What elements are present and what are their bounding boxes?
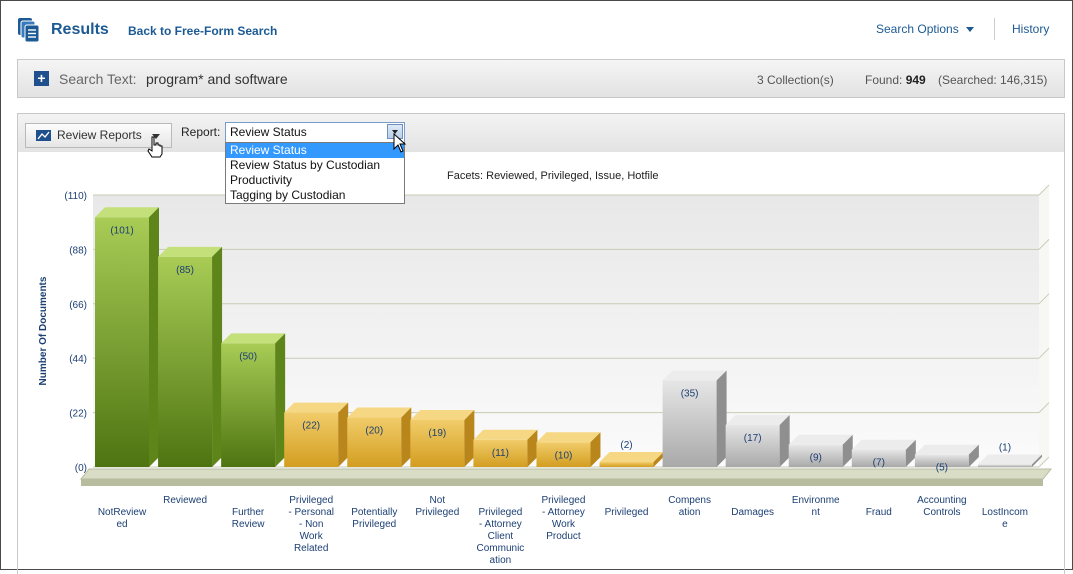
x-tick-label: Privileged xyxy=(542,495,586,506)
bar-top xyxy=(95,207,159,218)
arrow-cursor-icon xyxy=(393,133,407,153)
x-tick-label: Review xyxy=(232,519,266,530)
hand-pointer-icon xyxy=(147,136,163,158)
bar-top xyxy=(662,370,727,381)
x-tick-label: Related xyxy=(294,543,328,554)
bar xyxy=(158,256,213,467)
x-tick-label: ation xyxy=(490,555,512,566)
x-tick-label: - Attorney xyxy=(479,519,522,530)
x-tick-label: Privileged xyxy=(289,495,333,506)
bar-data-label: (9) xyxy=(810,453,822,464)
bar-data-label: (1) xyxy=(999,443,1011,454)
bar-data-label: (2) xyxy=(620,440,632,451)
bar-side xyxy=(716,370,727,467)
bar-top xyxy=(725,414,790,425)
bar xyxy=(977,464,1032,467)
bar-data-label: (50) xyxy=(239,351,257,362)
x-tick-label: nt xyxy=(812,507,821,518)
y-tick-label: (66) xyxy=(69,300,87,311)
bar-data-label: (11) xyxy=(492,448,509,459)
bar-data-label: (22) xyxy=(302,421,320,432)
report-option[interactable]: Review Status by Custodian xyxy=(226,158,404,173)
x-tick-label: Damages xyxy=(731,507,774,518)
report-option[interactable]: Review Status xyxy=(226,143,404,158)
bar-data-label: (101) xyxy=(110,225,133,236)
bar-data-label: (19) xyxy=(428,428,446,439)
bar xyxy=(95,217,149,467)
x-tick-label: LostIncom xyxy=(982,507,1028,518)
bar-data-label: (85) xyxy=(176,265,194,276)
bar-top xyxy=(158,246,223,257)
x-tick-label: ed xyxy=(116,519,127,530)
bar-chart: (0) (22) (44) (66) (88) (110) Number Of Docume… xyxy=(38,184,1053,566)
bar-top xyxy=(851,439,916,450)
bar-top xyxy=(221,333,286,344)
x-tick-label: Controls xyxy=(923,507,960,518)
y-tick-label: (88) xyxy=(69,245,87,256)
bar-top xyxy=(347,407,412,418)
y-tick-label: (44) xyxy=(69,354,87,365)
y-axis-title: Number Of Documents xyxy=(38,276,49,385)
bar-top xyxy=(536,432,601,443)
bar-side xyxy=(275,333,286,467)
bar-data-label: (17) xyxy=(744,433,762,444)
chart-floor-edge xyxy=(81,479,1043,486)
x-tick-label: Potentially xyxy=(351,507,397,518)
bar-data-label: (7) xyxy=(873,458,885,469)
x-tick-label: - Personal xyxy=(288,507,334,518)
bar-top xyxy=(977,454,1042,465)
bar-top xyxy=(914,444,979,455)
bar xyxy=(599,462,654,467)
x-tick-label: Client xyxy=(488,531,514,542)
x-tick-label: Privileged xyxy=(352,519,396,530)
x-tick-label: Privileged xyxy=(478,507,522,518)
bar-side xyxy=(149,207,159,467)
bar-side xyxy=(401,407,412,467)
bar-top xyxy=(410,410,475,421)
x-tick-label: e xyxy=(1002,519,1008,530)
x-tick-label: Reviewed xyxy=(163,495,207,506)
bar-data-label: (35) xyxy=(681,388,699,399)
report-options-list: Review Status Review Status by Custodian… xyxy=(225,142,405,204)
x-tick-label: Not xyxy=(430,495,446,506)
x-tick-label: Further xyxy=(232,507,265,518)
bar-top xyxy=(788,434,853,445)
chart-floor xyxy=(79,468,1053,480)
x-tick-label: Work xyxy=(300,531,324,542)
bar-side xyxy=(212,246,223,467)
y-tick-label: (22) xyxy=(69,409,87,420)
x-tick-label: Fraud xyxy=(866,507,892,518)
bar-data-label: (5) xyxy=(936,463,948,474)
x-tick-label: NotReview xyxy=(98,507,147,518)
x-tick-label: Work xyxy=(552,519,576,530)
report-option[interactable]: Tagging by Custodian xyxy=(226,188,404,203)
bar-side xyxy=(338,402,349,467)
bar-top xyxy=(473,429,538,440)
report-option[interactable]: Productivity xyxy=(226,173,404,188)
bar-data-label: (20) xyxy=(365,426,383,437)
x-tick-label: Communic xyxy=(477,543,525,554)
bar-top xyxy=(599,452,664,463)
x-tick-label: Accounting xyxy=(917,495,966,506)
bar-top xyxy=(284,402,349,413)
bar-side xyxy=(464,410,475,467)
y-tick-label: (0) xyxy=(75,463,87,474)
x-tick-label: Privileged xyxy=(605,507,649,518)
x-tick-label: Privileged xyxy=(415,507,459,518)
x-tick-label: ation xyxy=(679,507,701,518)
bar-data-label: (10) xyxy=(555,450,573,461)
x-tick-label: - Attorney xyxy=(542,507,585,518)
x-tick-label: Product xyxy=(546,531,581,542)
y-tick-label: (110) xyxy=(64,191,87,202)
x-tick-label: Compens xyxy=(668,495,711,506)
x-tick-label: - Non xyxy=(299,519,323,530)
x-tick-label: Environme xyxy=(792,495,840,506)
bar xyxy=(725,424,780,467)
